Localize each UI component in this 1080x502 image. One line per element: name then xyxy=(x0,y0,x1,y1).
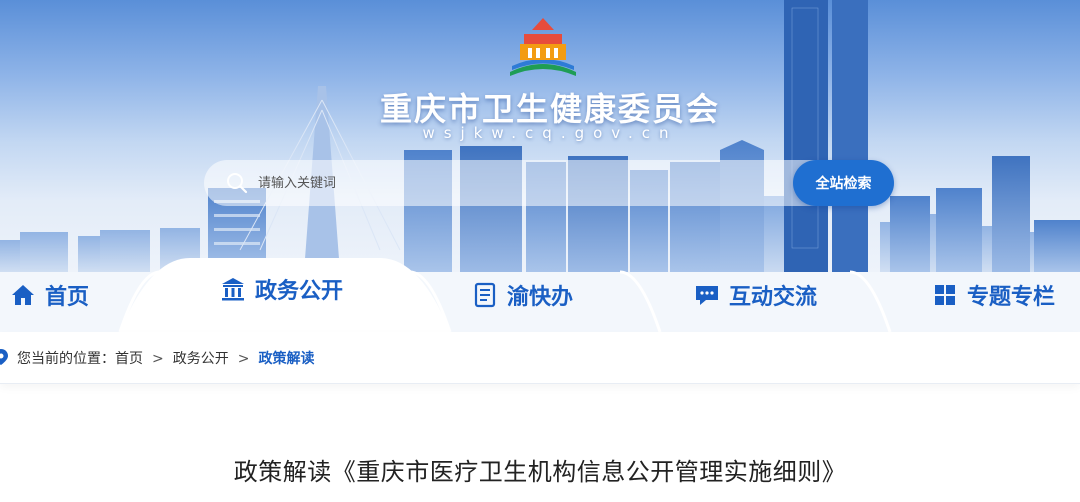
breadcrumb-bar: 您当前的位置： 首页 > 政务公开 > 政策解读 xyxy=(0,332,1080,384)
header-banner: 重庆市卫生健康委员会 wsjkw.cq.gov.cn 全站检索 xyxy=(0,0,1080,272)
nav-item-yukuaiban[interactable]: 渝快办 xyxy=(472,270,573,320)
commission-logo xyxy=(510,18,576,76)
nav-item-label: 互动交流 xyxy=(729,285,818,310)
chat-bubble-icon xyxy=(696,286,718,305)
location-pin-icon xyxy=(0,349,8,365)
nav-item-label: 渝快办 xyxy=(507,285,574,310)
nav-item-label: 政务公开 xyxy=(255,279,344,304)
search-box xyxy=(204,160,824,206)
breadcrumb-separator: > xyxy=(152,351,164,367)
site-url: wsjkw.cq.gov.cn xyxy=(422,124,678,142)
nav-item-interaction[interactable]: 互动交流 xyxy=(694,270,817,320)
nav-item-special-topics[interactable]: 专题专栏 xyxy=(932,270,1055,320)
breadcrumb-link-government-affairs[interactable]: 政务公开 xyxy=(173,350,229,368)
nav-item-label: 专题专栏 xyxy=(967,285,1056,310)
home-icon xyxy=(12,285,34,305)
site-search-button[interactable]: 全站检索 xyxy=(793,160,894,206)
government-building-icon xyxy=(222,278,244,301)
nav-item-label: 首页 xyxy=(45,285,90,310)
article-title: 政策解读《重庆市医疗卫生机构信息公开管理实施细则》 xyxy=(233,458,847,486)
breadcrumb: 您当前的位置： 首页 > 政务公开 > 政策解读 xyxy=(17,350,314,368)
breadcrumb-link-home[interactable]: 首页 xyxy=(115,350,143,368)
search-icon xyxy=(227,173,248,194)
grid-icon xyxy=(935,285,955,305)
nav-item-government-affairs[interactable]: 政务公开 xyxy=(220,264,343,314)
document-list-icon xyxy=(474,282,496,308)
nav-item-home[interactable]: 首页 xyxy=(10,270,89,320)
breadcrumb-separator: > xyxy=(237,351,250,367)
search-input[interactable] xyxy=(258,168,778,198)
main-nav: 首页 政务公开 渝快办 互动交流 专题专栏 xyxy=(0,258,1080,332)
breadcrumb-prefix: 您当前的位置： xyxy=(17,351,115,367)
breadcrumb-current[interactable]: 政策解读 xyxy=(258,350,314,368)
